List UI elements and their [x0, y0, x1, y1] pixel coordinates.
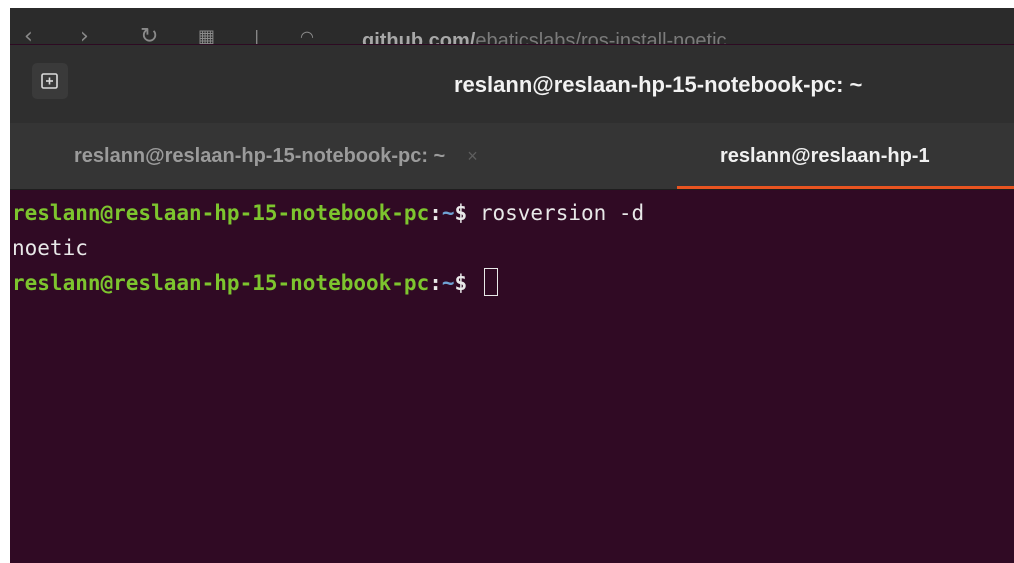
tab-1[interactable]: reslann@reslaan-hp-15-notebook-pc: ~ × [74, 123, 478, 189]
prompt-user: reslann@reslaan-hp-15-notebook-pc [12, 271, 430, 295]
new-tab-button[interactable] [32, 63, 68, 99]
divider-icon: | [254, 27, 260, 44]
back-icon[interactable]: ‹ [24, 26, 33, 45]
screenshot-frame: ‹ › ↻ ▦ | ◠ github.com/ebaticslabs/ros-i… [10, 8, 1014, 563]
browser-toolbar-strip: ‹ › ↻ ▦ | ◠ github.com/ebaticslabs/ros-i… [10, 8, 1014, 44]
tab-2[interactable]: reslann@reslaan-hp-1 [720, 123, 930, 189]
lock-icon: ◠ [300, 27, 314, 44]
prompt-separator: : [429, 271, 442, 295]
command-text: rosversion -d [479, 201, 645, 225]
prompt-user: reslann@reslaan-hp-15-notebook-pc [12, 201, 430, 225]
active-tab-indicator [677, 186, 1014, 189]
prompt-path: ~ [441, 271, 455, 295]
tab-close-icon[interactable]: × [467, 146, 478, 167]
new-tab-icon [41, 73, 58, 89]
reload-icon[interactable]: ↻ [140, 26, 158, 45]
terminal-titlebar: reslann@reslaan-hp-15-notebook-pc: ~ [10, 45, 1014, 123]
prompt-path: ~ [441, 201, 455, 225]
tab-bar: reslann@reslaan-hp-15-notebook-pc: ~ × r… [10, 123, 1014, 190]
tab-2-label: reslann@reslaan-hp-1 [720, 144, 930, 167]
terminal-line-prompt: reslann@reslaan-hp-15-notebook-pc:~$ [10, 266, 1014, 301]
terminal-output[interactable]: reslann@reslaan-hp-15-notebook-pc:~$ ros… [10, 190, 1014, 563]
terminal-line-command: reslann@reslaan-hp-15-notebook-pc:~$ ros… [10, 196, 1014, 231]
grid-icon[interactable]: ▦ [198, 26, 215, 44]
tab-1-label: reslann@reslaan-hp-15-notebook-pc: ~ [74, 144, 446, 167]
prompt-symbol: $ [454, 271, 480, 295]
command-output: noetic [12, 236, 88, 260]
browser-url[interactable]: github.com/ebaticslabs/ros-install-noeti… [362, 30, 727, 44]
terminal-cursor [483, 268, 498, 296]
prompt-separator: : [429, 201, 442, 225]
forward-icon[interactable]: › [80, 26, 89, 45]
prompt-symbol: $ [454, 201, 480, 225]
terminal-line-output: noetic [10, 231, 1014, 266]
window-title: reslann@reslaan-hp-15-notebook-pc: ~ [454, 72, 863, 97]
